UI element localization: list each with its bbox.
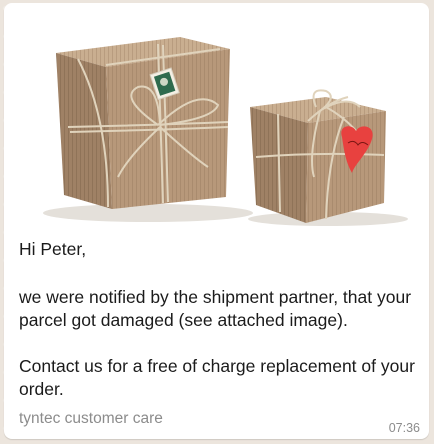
message-timestamp: 07:36 xyxy=(388,421,420,435)
greeting-text: Hi Peter, xyxy=(19,239,87,259)
sender-name: tyntec customer care xyxy=(19,410,163,427)
small-parcel xyxy=(250,89,386,223)
damage-notice-text: we were notified by the shipment partner… xyxy=(19,287,412,330)
message-bubble[interactable]: Hi Peter, we were notified by the shipme… xyxy=(4,3,429,439)
parcels-illustration xyxy=(43,37,408,226)
replacement-offer-text: Contact us for a free of charge replacem… xyxy=(19,356,415,399)
large-parcel xyxy=(56,37,230,209)
attached-image[interactable] xyxy=(8,7,425,229)
